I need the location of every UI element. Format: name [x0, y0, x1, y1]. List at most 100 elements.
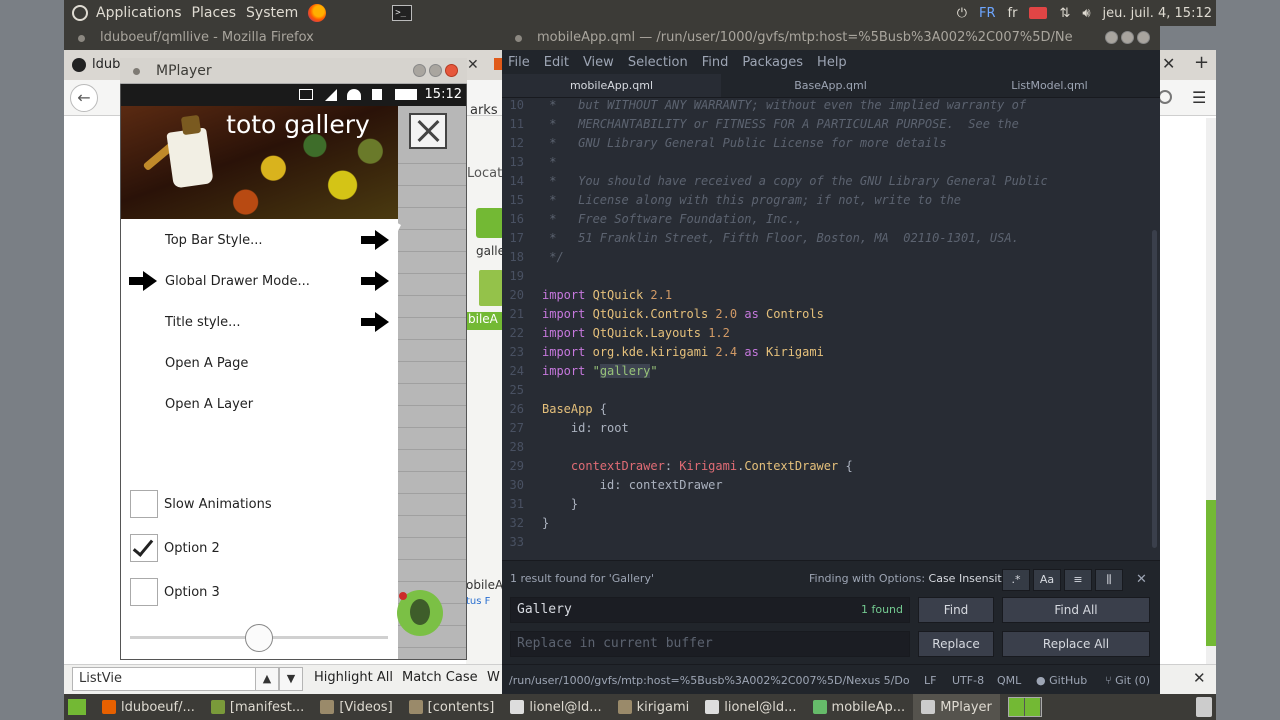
code-line[interactable]: 10 * but WITHOUT ANY WARRANTY; without e… [502, 98, 1027, 115]
menu-packages[interactable]: Packages [742, 55, 803, 70]
line-ending[interactable]: LF [924, 674, 936, 687]
taskbar-item[interactable]: mobileAp... [805, 694, 914, 720]
selection-toggle[interactable]: ≡ [1064, 569, 1092, 591]
drawer-item[interactable] [121, 307, 398, 339]
find-next-button[interactable]: ▼ [279, 667, 303, 691]
code-line[interactable]: 16 * Free Software Foundation, Inc., [502, 210, 803, 229]
match-case-option[interactable]: Match Case [402, 670, 478, 685]
firefox-launcher-icon[interactable] [308, 4, 327, 22]
encoding[interactable]: UTF-8 [952, 674, 984, 687]
code-line[interactable]: 20 import QtQuick 2.1 [502, 286, 673, 305]
grammar[interactable]: QML [997, 674, 1021, 687]
replace-button[interactable]: Replace [918, 631, 994, 657]
taskbar-item[interactable]: lionel@ld... [697, 694, 804, 720]
code-line[interactable]: 30 id: contextDrawer [502, 476, 723, 495]
taskbar-item[interactable]: [Videos] [312, 694, 400, 720]
clock[interactable]: jeu. juil. 4, 15:12 [1103, 6, 1212, 21]
code-line[interactable]: 24 import "gallery" [502, 362, 658, 381]
file-icon[interactable] [479, 270, 503, 306]
close-drawer-button[interactable] [409, 113, 447, 149]
tab-listmodel-qml[interactable]: ListModel.qml [940, 74, 1159, 97]
maximize-button[interactable] [429, 64, 442, 77]
github-button[interactable]: ● GitHub [1036, 674, 1087, 687]
code-line[interactable]: 27 id: root [502, 419, 629, 438]
highlight-all-option[interactable]: Highlight All [314, 670, 393, 685]
network-transfer-icon[interactable]: ⇅ [1059, 6, 1070, 21]
code-line[interactable]: 18 */ [502, 248, 564, 267]
tab-close-icon[interactable]: ✕ [1162, 54, 1175, 73]
find-panel-close-icon[interactable]: ✕ [1136, 572, 1147, 587]
whole-words-option[interactable]: W [487, 670, 500, 685]
minimize-button[interactable] [413, 64, 426, 77]
checkbox-option-2[interactable] [130, 534, 158, 562]
file-label[interactable]: galle [476, 244, 505, 258]
tab-close-icon[interactable]: ✕ [467, 57, 479, 73]
find-field[interactable]: Gallery 1 found [510, 597, 910, 623]
places-menu[interactable]: Places [192, 5, 247, 21]
menu-find[interactable]: Find [702, 55, 729, 70]
code-line[interactable]: 25 [502, 381, 542, 400]
back-button[interactable]: ← [70, 84, 98, 112]
code-line[interactable]: 19 [502, 267, 542, 286]
checkbox-option-3[interactable] [130, 578, 158, 606]
taskbar-item[interactable]: [manifest... [203, 694, 312, 720]
checkbox-slow-animations[interactable] [130, 490, 158, 518]
findbar-close-icon[interactable]: ✕ [1193, 669, 1206, 687]
menu-file[interactable]: File [508, 55, 530, 70]
menu-view[interactable]: View [583, 55, 614, 70]
slider-handle[interactable] [245, 624, 273, 652]
scrollbar-thumb[interactable] [1206, 500, 1216, 646]
code-line[interactable]: 28 [502, 438, 542, 457]
code-line[interactable]: 29 contextDrawer: Kirigami.ContextDrawer… [502, 457, 853, 476]
find-input[interactable]: ListVie [72, 667, 256, 691]
code-line[interactable]: 23 import org.kde.kirigami 2.4 as Kirigam… [502, 343, 824, 362]
code-editor[interactable]: 10 * but WITHOUT ANY WARRANTY; without e… [502, 98, 1160, 560]
find-previous-button[interactable]: ▲ [255, 667, 279, 691]
taskbar-item[interactable]: [contents] [401, 694, 503, 720]
tab-mobileapp-qml[interactable]: mobileApp.qml [502, 74, 721, 97]
ubuntu-logo-icon[interactable] [72, 5, 88, 21]
code-line[interactable]: 11 * MERCHANTABILITY or FITNESS FOR A PA… [502, 115, 1019, 134]
code-line[interactable]: 21 import QtQuick.Controls 2.0 as Control… [502, 305, 824, 324]
menu-selection[interactable]: Selection [628, 55, 688, 70]
drawer-item[interactable] [121, 389, 398, 421]
system-menu[interactable]: System [246, 5, 308, 21]
power-icon[interactable]: ⏻ [957, 6, 967, 21]
replace-field[interactable]: Replace in current buffer [510, 631, 910, 657]
taskbar-item[interactable]: lduboeuf/... [94, 694, 203, 720]
keyboard-layout[interactable]: fr [1008, 6, 1018, 21]
taskbar-item[interactable]: MPlayer [913, 694, 1000, 720]
extension-icon[interactable] [1158, 90, 1172, 104]
hamburger-menu-icon[interactable]: ☰ [1192, 88, 1206, 107]
firefox-tab-label[interactable]: ldub [92, 57, 120, 72]
code-line[interactable]: 31 } [502, 495, 579, 514]
code-line[interactable]: 15 * License along with this program; if… [502, 191, 961, 210]
case-toggle[interactable]: Aa [1033, 569, 1061, 591]
code-line[interactable]: 22 import QtQuick.Layouts 1.2 [502, 324, 730, 343]
code-line[interactable]: 26 BaseApp { [502, 400, 607, 419]
code-line[interactable]: 17 * 51 Franklin Street, Fifth Floor, Bo… [502, 229, 1019, 248]
code-line[interactable]: 12 * GNU Library General Public License … [502, 134, 947, 153]
code-line[interactable]: 14 * You should have received a copy of … [502, 172, 1048, 191]
folder-icon[interactable] [476, 208, 504, 238]
code-line[interactable]: 32} [502, 514, 550, 533]
workspace-switcher[interactable] [1007, 697, 1042, 717]
taskbar-item[interactable]: lionel@ld... [502, 694, 609, 720]
whole-word-toggle[interactable]: ⫼ [1095, 569, 1123, 591]
taskbar-item[interactable]: kirigami [610, 694, 698, 720]
file-label-selected[interactable]: bileA [466, 312, 504, 330]
screen-recorder-icon[interactable] [1029, 7, 1048, 19]
new-tab-icon[interactable]: + [1194, 52, 1209, 73]
code-line[interactable]: 13 * [502, 153, 557, 172]
minimize-button[interactable] [1105, 31, 1118, 44]
regex-toggle[interactable]: .* [1002, 569, 1030, 591]
keyboard-layout-active[interactable]: FR [979, 6, 996, 21]
menu-edit[interactable]: Edit [544, 55, 569, 70]
terminal-launcher-icon[interactable]: >_ [392, 5, 413, 21]
applications-menu[interactable]: Applications [96, 5, 192, 21]
file-path[interactable]: /run/user/1000/gvfs/mtp:host=%5Busb%3A00… [509, 674, 909, 687]
volume-icon[interactable]: 🔊︎ [1082, 6, 1090, 21]
menu-help[interactable]: Help [817, 55, 847, 70]
trash-icon[interactable] [1196, 697, 1212, 717]
find-all-button[interactable]: Find All [1002, 597, 1150, 623]
